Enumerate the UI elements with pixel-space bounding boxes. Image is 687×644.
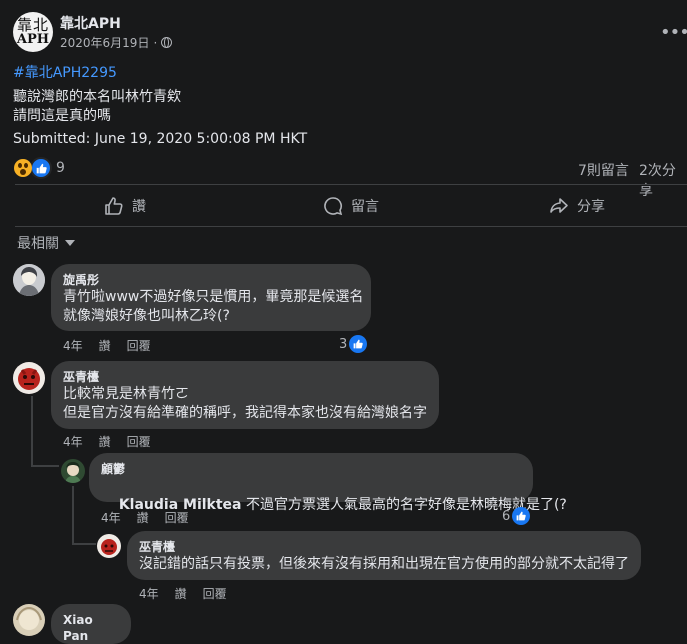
- comment-reply-link[interactable]: 回覆: [127, 433, 151, 450]
- comment-like-link[interactable]: 讚: [99, 433, 111, 450]
- comment-time[interactable]: 4年: [63, 433, 83, 450]
- reply-meta: 4年 讚 回覆: [139, 585, 243, 602]
- comment-bubble-icon: [324, 197, 343, 216]
- comment-text: 比較常見是林青竹ㄛ 但是官方沒有給準確的稱呼，我記得本家也沒有給灣娘名字: [63, 386, 427, 421]
- reply-reply-link[interactable]: 回覆: [165, 509, 189, 526]
- caret-down-icon: [65, 240, 75, 246]
- thread-connector-branch: [31, 465, 59, 467]
- comment-button-label: 留言: [351, 199, 379, 215]
- reaction-count[interactable]: 9: [56, 160, 65, 176]
- avatar[interactable]: [13, 604, 45, 636]
- share-button-label: 分享: [577, 199, 605, 215]
- post-hashtag[interactable]: #靠北APH2295: [13, 62, 117, 82]
- reply-meta: 4年 讚 回覆: [101, 509, 205, 526]
- comment-author[interactable]: Xiao Pan: [63, 612, 119, 644]
- page-avatar[interactable]: 靠北 APH: [13, 12, 53, 52]
- divider-top: [15, 184, 687, 185]
- comment-count[interactable]: 7則留言: [578, 160, 629, 180]
- comment-button[interactable]: 留言: [323, 196, 379, 216]
- comment-meta: 4年 讚 回覆: [63, 337, 167, 354]
- globe-icon: [161, 37, 173, 48]
- ellipsis-icon: •••: [660, 22, 687, 43]
- avatar[interactable]: [13, 264, 45, 296]
- comment-meta: 4年 讚 回覆: [63, 433, 167, 450]
- divider-bottom: [15, 226, 687, 227]
- avatar-line1: 靠北: [16, 16, 49, 34]
- reply-author[interactable]: 顧鬱: [101, 461, 521, 477]
- comment-like-link[interactable]: 讚: [99, 337, 111, 354]
- reply-reply-link[interactable]: 回覆: [203, 585, 227, 602]
- post-meta: 2020年6月19日 ·: [60, 34, 173, 51]
- reply-time[interactable]: 4年: [139, 585, 159, 602]
- thumbs-up-icon: [105, 197, 123, 215]
- wow-reaction-icon[interactable]: [14, 159, 32, 177]
- share-count[interactable]: 2次分享: [639, 160, 687, 200]
- like-reaction-icon[interactable]: [30, 157, 52, 179]
- comment-author[interactable]: 巫青檯: [63, 369, 427, 385]
- avatar[interactable]: [61, 459, 85, 483]
- post-body: 聽說灣郎的本名叫林竹青欸 請問這是真的嗎: [13, 89, 181, 124]
- comment-text: 青竹啦www不過好像只是慣用，畢竟那是候選名 就像灣娘好像也叫林乙玲(?: [63, 289, 364, 324]
- reply-text: 沒記錯的話只有投票，但後來有沒有採用和出現在官方使用的部分就不太記得了: [139, 556, 629, 572]
- avatar[interactable]: [97, 534, 121, 558]
- comment-like-count[interactable]: 3: [339, 335, 368, 353]
- share-arrow-icon: [550, 198, 568, 213]
- avatar[interactable]: [13, 362, 45, 394]
- thread-connector-line: [31, 396, 33, 466]
- share-button[interactable]: 分享: [549, 196, 605, 216]
- reply-time[interactable]: 4年: [101, 509, 121, 526]
- like-count-text: 6: [502, 508, 511, 524]
- reply-bubble: 巫青檯 沒記錯的話只有投票，但後來有沒有採用和出現在官方使用的部分就不太記得了: [127, 531, 641, 580]
- thread-connector-line: [72, 486, 74, 544]
- like-button[interactable]: 讚: [104, 196, 146, 216]
- comment-time[interactable]: 4年: [63, 337, 83, 354]
- avatar-line2: APH: [16, 32, 50, 47]
- like-badge-icon: [512, 507, 531, 525]
- reply-bubble: 顧鬱 Klaudia Milktea 不過官方票選人氣最高的名字好像是林曉梅就是…: [89, 453, 567, 513]
- comment-bubble: Xiao Pan: [51, 604, 131, 644]
- reply-like-link[interactable]: 讚: [175, 585, 187, 602]
- more-options-button[interactable]: •••: [660, 22, 687, 43]
- thread-connector-branch: [72, 543, 96, 545]
- like-count-text: 3: [339, 336, 348, 352]
- separator-dot: ·: [153, 35, 158, 50]
- comment-reply-link[interactable]: 回覆: [127, 337, 151, 354]
- like-badge-icon: [349, 335, 368, 353]
- sort-label: 最相關: [17, 236, 59, 252]
- reply-author[interactable]: 巫青檯: [139, 539, 629, 555]
- like-button-label: 讚: [132, 199, 146, 215]
- reply-like-link[interactable]: 讚: [137, 509, 149, 526]
- comment-bubble: 巫青檯 比較常見是林青竹ㄛ 但是官方沒有給準確的稱呼，我記得本家也沒有給灣娘名字: [51, 361, 439, 429]
- comment-bubble: 旋禹彤 青竹啦www不過好像只是慣用，畢竟那是候選名 就像灣娘好像也叫林乙玲(?: [51, 264, 371, 331]
- reply-like-count[interactable]: 6: [502, 507, 531, 525]
- comment-sort-dropdown[interactable]: 最相關: [17, 233, 75, 253]
- comment-author[interactable]: 旋禹彤: [63, 272, 359, 288]
- page-name[interactable]: 靠北APH: [60, 13, 121, 33]
- post-submitted: Submitted: June 19, 2020 5:00:08 PM HKT: [13, 131, 308, 147]
- post-date[interactable]: 2020年6月19日: [60, 34, 149, 51]
